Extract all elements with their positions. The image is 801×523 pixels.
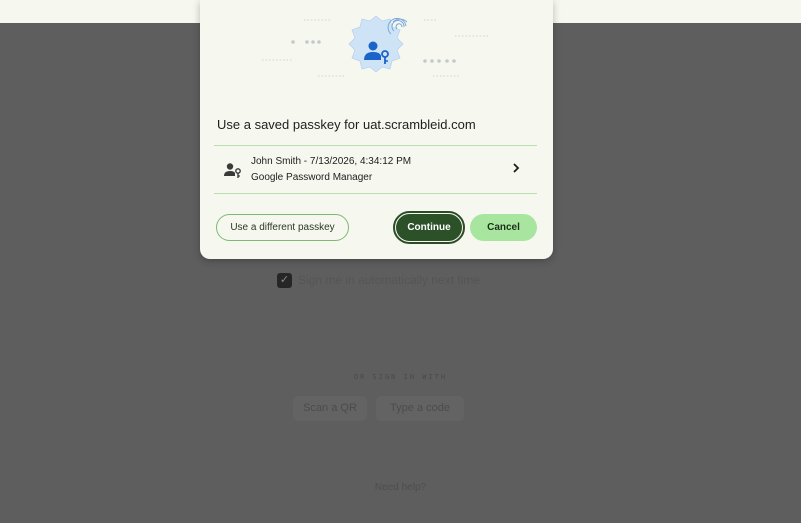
person-key-icon (224, 163, 241, 178)
auto-signin-checkbox[interactable]: ✓ (277, 273, 292, 288)
type-code-button[interactable]: Type a code (376, 396, 464, 421)
or-sign-in-heading: OR SIGN IN WITH (353, 373, 448, 381)
account-provider: Google Password Manager (251, 172, 373, 183)
passkey-account-row[interactable]: John Smith - 7/13/2026, 4:34:12 PM Googl… (214, 146, 537, 192)
passkey-dialog: Use a saved passkey for uat.scrambleid.c… (200, 0, 553, 259)
divider-bottom (214, 193, 537, 194)
cancel-button[interactable]: Cancel (470, 214, 537, 241)
use-different-passkey-button[interactable]: Use a different passkey (216, 214, 349, 241)
passkey-illustration (262, 15, 488, 77)
continue-button[interactable]: Continue (396, 214, 462, 241)
account-name-date: John Smith - 7/13/2026, 4:34:12 PM (251, 156, 412, 167)
scan-qr-button[interactable]: Scan a QR (293, 396, 367, 421)
need-help-link[interactable]: Need help? (0, 482, 801, 493)
auto-signin-label: Sign me in automatically next time (298, 273, 481, 287)
dialog-title: Use a saved passkey for uat.scrambleid.c… (217, 117, 476, 132)
chevron-right-icon (513, 163, 520, 173)
